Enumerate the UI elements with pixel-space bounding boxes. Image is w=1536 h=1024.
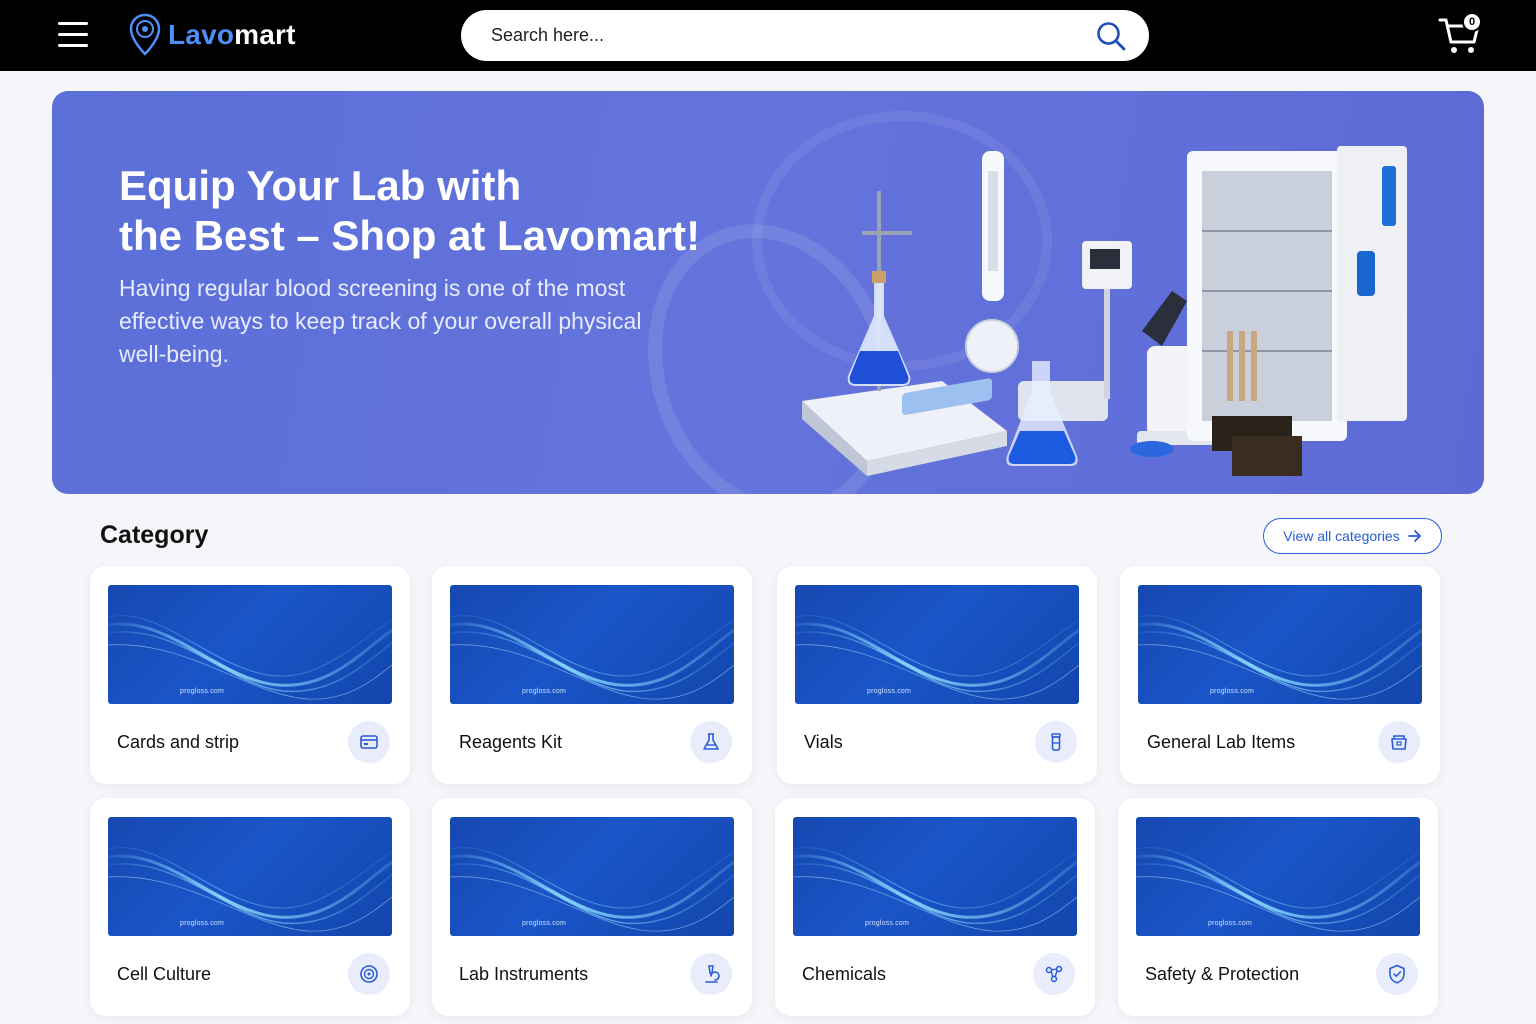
category-label: Chemicals [802,964,887,984]
category-label: Safety & Protection [1145,964,1300,984]
search-input[interactable] [491,25,1051,46]
category-title: Category [100,521,209,549]
category-card-lab-instruments[interactable]: progloss.com Lab Instruments [432,798,752,1016]
hero-title: Equip Your Lab with the Best – Shop at L… [119,161,739,261]
logo[interactable]: Lavomart [128,12,296,58]
arrow-right-icon [1407,530,1421,542]
category-label: Vials [804,732,843,752]
category-card-safety-protection[interactable]: progloss.com Safety & Protection [1118,798,1438,1016]
category-label: Cell Culture [117,964,212,984]
category-card-cards-and-strip[interactable]: progloss.com Cards and strip [90,566,410,784]
category-label: Lab Instruments [459,964,589,984]
category-label: General Lab Items [1147,732,1296,752]
category-image: progloss.com [450,817,734,936]
category-icon-button [1378,721,1420,763]
category-icon-button [690,953,732,995]
flask-icon [703,733,719,750]
microscope-icon [705,965,720,983]
category-icon-button [1035,721,1077,763]
shield-icon [1389,964,1405,984]
category-image: progloss.com [1136,817,1420,936]
category-label: Cards and strip [117,732,240,752]
category-image: progloss.com [1138,585,1422,704]
menu-icon[interactable] [58,22,88,48]
category-card-cell-culture[interactable]: progloss.com Cell Culture [90,798,410,1016]
view-all-categories-button[interactable]: View all categories [1263,518,1442,554]
category-icon-button [348,953,390,995]
hero-title-line2: the Best – Shop at Lavomart! [119,212,701,259]
category-image: progloss.com [450,585,734,704]
category-image: progloss.com [795,585,1079,704]
card-icon [360,735,378,749]
category-label: Reagents Kit [459,732,563,752]
category-card-general-lab-items[interactable]: progloss.com General Lab Items [1120,566,1440,784]
image-watermark: progloss.com [522,920,567,927]
cell-icon [360,965,378,983]
cart-count-badge: 0 [1462,12,1482,32]
category-icon-button [348,721,390,763]
hero-subtitle: Having regular blood screening is one of… [119,275,642,367]
cart-button[interactable]: 0 [1438,12,1482,56]
view-all-label: View all categories [1283,528,1400,544]
vial-icon [1051,733,1061,751]
category-icon-button [690,721,732,763]
image-watermark: progloss.com [1210,688,1255,695]
category-image: progloss.com [108,585,392,704]
category-image: progloss.com [108,817,392,936]
category-card-vials[interactable]: progloss.com Vials [777,566,1097,784]
image-watermark: progloss.com [865,920,910,927]
top-navbar: Lavomart 0 [0,0,1536,71]
image-watermark: progloss.com [180,920,225,927]
search-bar [461,10,1149,61]
search-icon[interactable] [1095,20,1127,52]
lab-box-icon [1391,735,1407,750]
hero-banner: Equip Your Lab with the Best – Shop at L… [52,91,1484,494]
image-watermark: progloss.com [522,688,567,695]
category-icon-button [1376,953,1418,995]
category-card-chemicals[interactable]: progloss.com Chemicals [775,798,1095,1016]
category-image: progloss.com [793,817,1077,936]
logo-pin-icon [129,13,161,56]
hero-title-line1: Equip Your Lab with [119,162,522,209]
image-watermark: progloss.com [1208,920,1253,927]
logo-text: Lavomart [168,19,296,50]
lab-equipment-illustration [802,146,1407,476]
molecule-icon [1045,965,1063,983]
category-icon-button [1033,953,1075,995]
image-watermark: progloss.com [867,688,912,695]
category-card-reagents-kit[interactable]: progloss.com Reagents Kit [432,566,752,784]
image-watermark: progloss.com [180,688,225,695]
